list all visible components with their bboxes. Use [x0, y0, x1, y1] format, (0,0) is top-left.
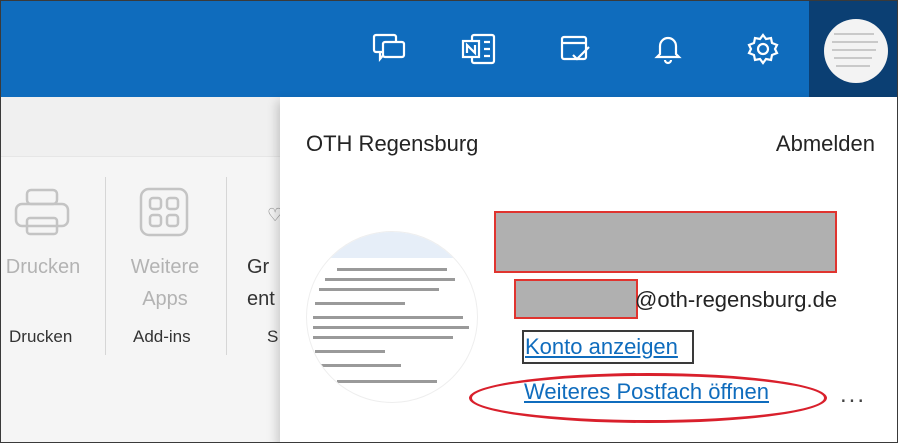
account-avatar-button[interactable] [824, 19, 888, 83]
gear-icon[interactable] [743, 29, 783, 69]
profile-avatar [306, 231, 478, 403]
app-window: Drucken Weitere Apps ♡ Gr ent Drucken Ad… [0, 0, 898, 443]
more-apps-label-line2: Apps [142, 288, 188, 310]
email-domain: @oth-regensburg.de [635, 287, 838, 312]
ribbon: Drucken Weitere Apps ♡ Gr ent Drucken Ad… [1, 97, 283, 442]
apps-grid-icon [139, 187, 189, 237]
redacted-display-name [494, 211, 837, 273]
ribbon-separator [226, 177, 227, 355]
more-apps-label-line1: Weitere [130, 256, 200, 278]
group-label-print: Drucken [9, 327, 73, 346]
group-label-addins: Add-ins [133, 327, 191, 346]
open-other-mailbox-link[interactable]: Weiteres Postfach öffnen [524, 379, 769, 405]
view-account-link[interactable]: Konto anzeigen [525, 334, 678, 360]
ribbon-separator [105, 177, 106, 355]
bell-icon[interactable] [648, 29, 688, 69]
my-day-icon[interactable] [556, 29, 596, 69]
onenote-icon[interactable] [459, 29, 499, 69]
more-apps-button[interactable]: Weitere Apps [117, 251, 213, 315]
redacted-email-user [514, 279, 638, 319]
printer-icon [13, 187, 71, 237]
print-button-label: Drucken [5, 256, 81, 278]
print-button[interactable]: Drucken [1, 251, 85, 283]
feedback-icon[interactable] [369, 29, 409, 69]
more-options-button[interactable]: ... [840, 381, 866, 409]
organization-name: OTH Regensburg [306, 131, 479, 156]
account-manager-panel: OTH Regensburg Abmelden @oth-regensburg.… [280, 97, 897, 442]
group-label-partial: S [267, 327, 279, 346]
top-bar [1, 1, 897, 97]
ribbon-tab-strip [1, 97, 281, 157]
sign-out-link[interactable]: Abmelden [776, 131, 875, 157]
